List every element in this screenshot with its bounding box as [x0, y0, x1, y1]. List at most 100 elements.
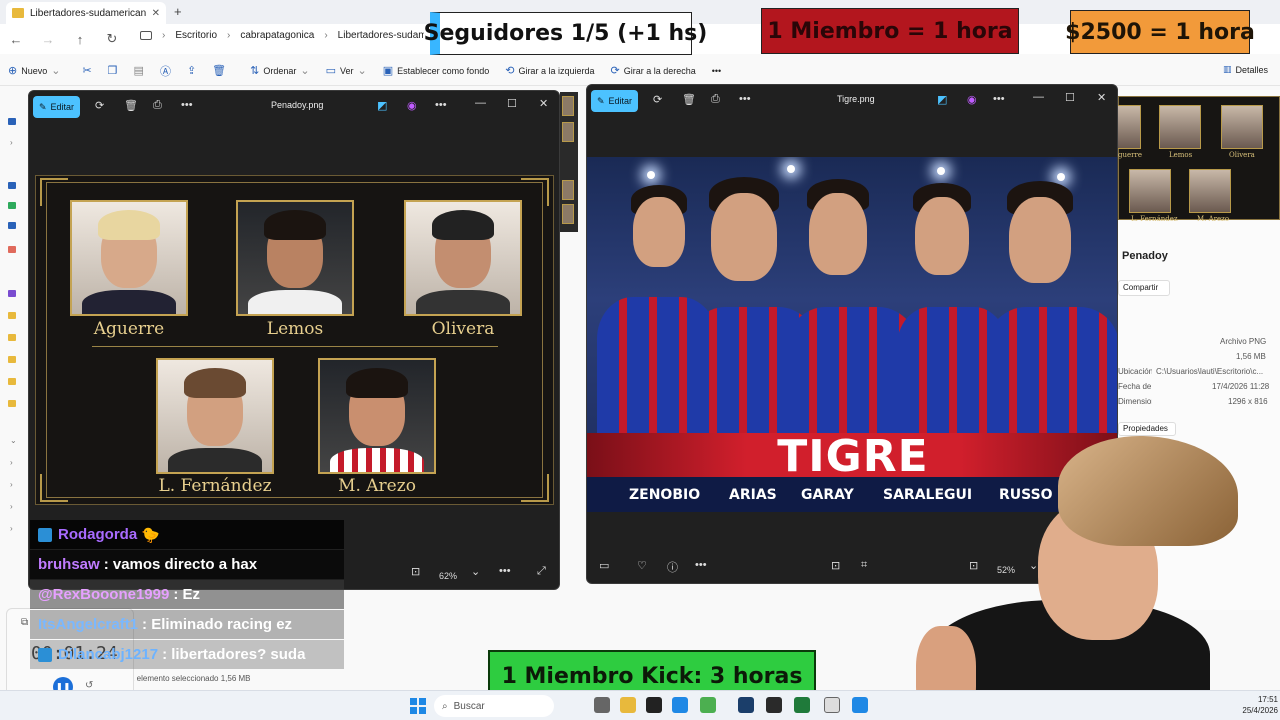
breadcrumb-item[interactable]: Libertadores-sudamericana JUEGO [338, 30, 424, 41]
file-explorer-icon[interactable] [620, 697, 636, 713]
folder-icon[interactable] [8, 334, 16, 341]
breadcrumb-item[interactable]: cabrapatagonica [240, 30, 314, 41]
print-icon[interactable]: ⎙ [711, 93, 720, 106]
share-button[interactable]: ⇪ [179, 64, 204, 77]
thumb-label: Olivera [1229, 151, 1255, 159]
ellipsis-icon[interactable]: ••• [695, 559, 707, 571]
chevron-right-icon[interactable]: › [10, 138, 13, 147]
system-clock[interactable]: 17:51 25/4/2026 [1238, 694, 1278, 716]
minimize-button[interactable]: — [1033, 91, 1044, 103]
nav-icon[interactable] [8, 246, 16, 253]
ellipsis-icon[interactable]: ••• [739, 93, 751, 105]
media-icon[interactable] [646, 697, 662, 713]
trash-icon[interactable]: 🗑 [682, 93, 696, 106]
set-background-button[interactable]: ▣ Establecer como fondo [375, 64, 497, 77]
details-button[interactable]: ▥ Detalles [1223, 64, 1268, 75]
folder-icon[interactable] [8, 312, 16, 319]
stopwatch-icon[interactable] [824, 697, 840, 713]
task-view-icon[interactable] [594, 697, 610, 713]
close-tab-icon[interactable]: ✕ [152, 8, 160, 19]
ellipsis-icon[interactable]: ••• [181, 99, 193, 111]
rename-button[interactable]: Ⓐ [152, 63, 179, 79]
minimize-button[interactable]: — [475, 97, 486, 109]
rotate-icon[interactable]: ⟳ [95, 99, 104, 112]
copilot-icon[interactable]: ◉ [967, 93, 977, 106]
rotate-left-button[interactable]: ⟲ Girar a la izquierda [497, 64, 602, 77]
excel-icon[interactable] [794, 697, 810, 713]
chevron-down-icon: ⌄ [51, 65, 61, 77]
chevron-right-icon[interactable]: › [10, 524, 13, 533]
refresh-icon[interactable]: ↻ [96, 31, 128, 47]
screenshot-icon[interactable]: ⊡ [411, 565, 420, 578]
maximize-button[interactable]: ☐ [1065, 91, 1075, 104]
edit-icon: ✎ [597, 95, 605, 106]
maximize-button[interactable]: ☐ [507, 97, 517, 110]
forward-arrow-icon[interactable]: → [32, 32, 64, 47]
designer-icon[interactable]: ◩ [377, 99, 387, 112]
edit-button[interactable]: ✎ Editar [33, 96, 81, 118]
sort-button[interactable]: ⇅ Ordenar ⌄ [242, 64, 317, 77]
scan-icon[interactable]: ⌗ [861, 559, 867, 572]
subscriber-badge-icon [38, 647, 52, 662]
edit-button[interactable]: ✎ Editar [591, 90, 639, 112]
nav-icon[interactable] [8, 202, 16, 209]
rename-icon: Ⓐ [159, 65, 171, 78]
app-icon[interactable] [766, 697, 782, 713]
print-icon[interactable]: ⎙ [153, 99, 162, 112]
close-button[interactable]: ✕ [539, 97, 548, 110]
designer-icon[interactable]: ◩ [937, 93, 947, 106]
info-icon[interactable]: ⓘ [667, 559, 678, 575]
new-button[interactable]: ⊕ Nuevo ⌄ [0, 64, 68, 77]
chevron-down-icon[interactable]: ⌄ [10, 436, 17, 445]
new-tab-button[interactable]: + [174, 4, 182, 19]
delete-button[interactable]: 🗑 [204, 64, 234, 77]
rotate-icon[interactable]: ⟳ [653, 93, 662, 106]
view-button[interactable]: ▭ Ver ⌄ [318, 64, 375, 77]
paste-button[interactable]: ▤ [126, 64, 152, 77]
chrome-icon[interactable] [700, 697, 716, 713]
search-icon: ⌕ [442, 700, 448, 712]
nav-icon[interactable] [8, 290, 16, 297]
breadcrumb[interactable]: › Escritorio › cabrapatagonica › Liberta… [140, 30, 424, 41]
pin-icon[interactable]: ⧉ [21, 617, 28, 628]
browser-icon[interactable] [672, 697, 688, 713]
filmstrip-icon[interactable]: ▭ [599, 559, 609, 572]
ellipsis-icon[interactable]: ••• [435, 99, 447, 111]
folder-icon[interactable] [8, 378, 16, 385]
taskbar-search[interactable]: ⌕ Buscar [434, 695, 554, 717]
player-name: L. Fernández [158, 476, 272, 496]
heart-icon[interactable]: ♡ [637, 559, 647, 572]
nav-icon[interactable] [8, 118, 16, 125]
explorer-tab[interactable]: Libertadores-sudamericana JUEGO ✕ [6, 2, 166, 24]
crop-icon[interactable]: ⊡ [831, 559, 840, 572]
nav-icon[interactable] [8, 182, 16, 189]
copy-button[interactable]: ❐ [100, 64, 126, 77]
back-arrow-icon[interactable]: ← [0, 32, 32, 47]
zoom-level[interactable]: 62% [439, 571, 457, 581]
share-button[interactable]: Compartir [1118, 280, 1170, 296]
rotate-right-button[interactable]: ⟳ Girar a la derecha [602, 64, 703, 77]
trash-icon[interactable]: 🗑 [124, 99, 138, 112]
breadcrumb-item[interactable]: Escritorio [175, 30, 217, 41]
ellipsis-icon: ••• [711, 65, 722, 76]
ellipsis-icon[interactable]: ••• [499, 565, 511, 577]
nav-icon[interactable] [8, 222, 16, 229]
copilot-icon[interactable]: ◉ [407, 99, 417, 112]
ellipsis-icon[interactable]: ••• [993, 93, 1005, 105]
chevron-right-icon[interactable]: › [10, 458, 13, 467]
dimensions-value: 1296 x 816 [1228, 397, 1268, 406]
more-options-button[interactable]: ••• [704, 66, 729, 76]
chevron-right-icon[interactable]: › [10, 480, 13, 489]
folder-icon[interactable] [8, 356, 16, 363]
close-button[interactable]: ✕ [1097, 91, 1106, 104]
fullscreen-icon[interactable]: ⤢ [537, 565, 546, 578]
chevron-right-icon[interactable]: › [10, 502, 13, 511]
start-button[interactable] [410, 698, 426, 714]
photos-icon[interactable] [852, 697, 868, 713]
app-icon[interactable] [738, 697, 754, 713]
cut-button[interactable]: ✂ [74, 64, 99, 77]
chevron-down-icon[interactable]: ⌄ [471, 565, 480, 578]
up-arrow-icon[interactable]: ↑ [64, 32, 96, 47]
folder-icon[interactable] [8, 400, 16, 407]
chat-username: Rodagorda [58, 526, 138, 543]
